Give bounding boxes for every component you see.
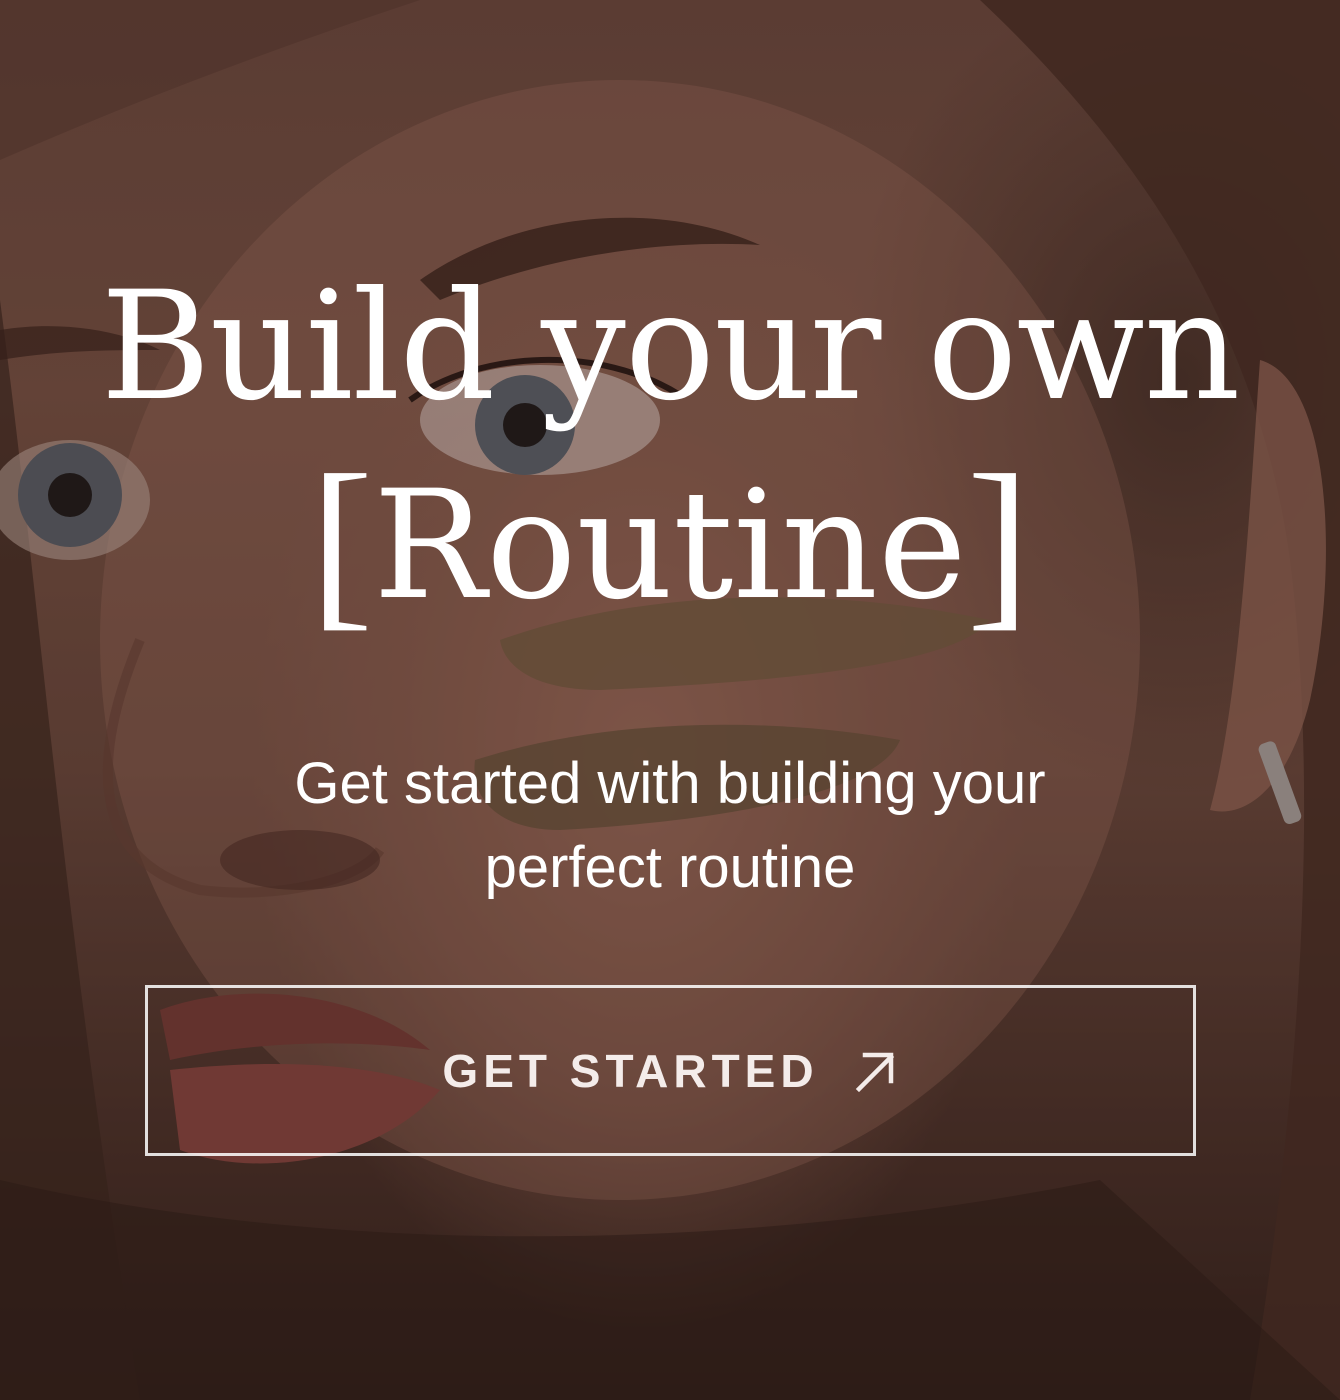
hero-subtitle: Get started with building your perfect r…	[294, 751, 1046, 900]
hero-title-routine: Routine	[373, 459, 967, 633]
get-started-button[interactable]: GET STARTED	[145, 985, 1196, 1156]
hero-section: Build your own [ Routine ] Get started w…	[0, 0, 1340, 1400]
arrow-up-right-icon	[851, 1047, 899, 1095]
get-started-label: GET STARTED	[442, 1044, 819, 1097]
bracket-close: ]	[966, 437, 1031, 647]
bracket-open: [	[309, 437, 374, 647]
hero-title-line2: [ Routine ]	[0, 447, 1340, 637]
hero-title-line1: Build your own	[100, 260, 1241, 434]
hero-content: Build your own [ Routine ] Get started w…	[0, 0, 1340, 1400]
